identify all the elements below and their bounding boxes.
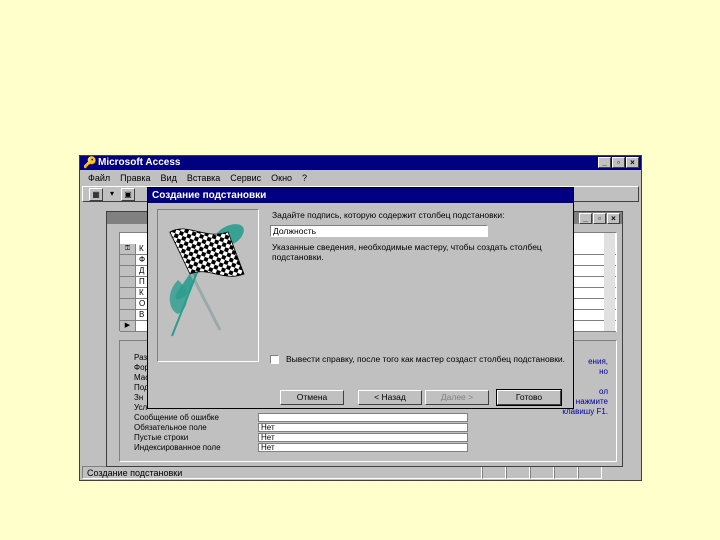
caption-input[interactable]: Должность: [270, 225, 488, 237]
wizard-info-text: Указанные сведения, необходимые мастеру,…: [272, 242, 542, 262]
checkered-flag-icon: [168, 224, 245, 337]
field-name: Д: [139, 266, 145, 275]
menu-insert[interactable]: Вставка: [187, 171, 220, 185]
help-checkbox[interactable]: [270, 355, 279, 364]
status-panel: [506, 466, 530, 479]
caption-question: Задайте подпись, которую содержит столбе…: [272, 210, 505, 220]
access-key-icon: 🔑: [83, 157, 97, 169]
field-name: К: [139, 244, 144, 253]
wizard-art-panel: [157, 209, 259, 362]
dropdown-arrow-icon[interactable]: ▾: [105, 188, 119, 201]
save-icon[interactable]: ▣: [121, 187, 135, 201]
back-button[interactable]: < Назад: [358, 390, 422, 405]
status-panel: [554, 466, 578, 479]
grid-scrollbar[interactable]: [604, 233, 615, 331]
field-name: О: [139, 299, 146, 308]
menu-bar: Файл Правка Вид Вставка Сервис Окно ?: [80, 171, 641, 185]
close-button[interactable]: ×: [607, 213, 620, 224]
next-button-label: Далее >: [440, 392, 474, 402]
row-selector: [120, 288, 136, 298]
next-button[interactable]: Далее >: [425, 390, 489, 405]
cancel-button-label: Отмена: [296, 392, 328, 402]
maximize-button[interactable]: ▫: [593, 213, 606, 224]
status-bar: Создание подстановки: [82, 466, 639, 479]
row-selector: [120, 310, 136, 320]
property-value[interactable]: Нет: [258, 423, 468, 432]
status-panel: [530, 466, 554, 479]
finish-button-label: Готово: [515, 392, 543, 402]
menu-file[interactable]: Файл: [88, 171, 110, 185]
wizard-title-bar[interactable]: Создание подстановки: [148, 188, 573, 203]
status-panel: [482, 466, 506, 479]
cancel-button[interactable]: Отмена: [280, 390, 344, 405]
help-checkbox-label: Вывести справку, после того как мастер с…: [286, 354, 566, 364]
close-button[interactable]: ×: [626, 157, 639, 168]
minimize-button[interactable]: _: [579, 213, 592, 224]
field-name: Ф: [139, 255, 146, 264]
field-name: К: [139, 288, 144, 297]
field-name: П: [139, 277, 145, 286]
menu-tools[interactable]: Сервис: [230, 171, 261, 185]
wizard-title: Создание подстановки: [152, 190, 267, 201]
menu-edit[interactable]: Правка: [120, 171, 150, 185]
lookup-wizard-dialog: Создание подстановки Задайте подпись, ко…: [147, 187, 574, 409]
property-label: Сообщение об ошибке: [134, 413, 219, 422]
current-row-arrow-icon: ▶: [120, 321, 136, 331]
row-selector: [120, 266, 136, 276]
row-selector: [120, 299, 136, 309]
property-label: Пустые строки: [134, 433, 189, 442]
status-panel: [578, 466, 602, 479]
property-value[interactable]: Нет: [258, 433, 468, 442]
property-label: Обязательное поле: [134, 423, 207, 432]
maximize-button[interactable]: ▫: [612, 157, 625, 168]
property-value[interactable]: [258, 413, 468, 422]
back-button-label: < Назад: [374, 392, 406, 402]
field-name: В: [139, 310, 145, 319]
view-icon[interactable]: ▦: [89, 187, 103, 201]
menu-view[interactable]: Вид: [161, 171, 177, 185]
row-selector: [120, 277, 136, 287]
key-icon: ⚿: [120, 244, 136, 254]
row-selector: [120, 255, 136, 265]
property-value[interactable]: Нет: [258, 443, 468, 452]
access-title: Microsoft Access: [98, 157, 181, 168]
finish-button[interactable]: Готово: [496, 389, 562, 406]
menu-help[interactable]: ?: [302, 171, 307, 185]
status-text: Создание подстановки: [82, 466, 482, 479]
menu-window[interactable]: Окно: [271, 171, 292, 185]
access-title-bar[interactable]: 🔑 Microsoft Access _ ▫ ×: [80, 156, 641, 170]
property-label: Индексированное поле: [134, 443, 221, 452]
minimize-button[interactable]: _: [598, 157, 611, 168]
